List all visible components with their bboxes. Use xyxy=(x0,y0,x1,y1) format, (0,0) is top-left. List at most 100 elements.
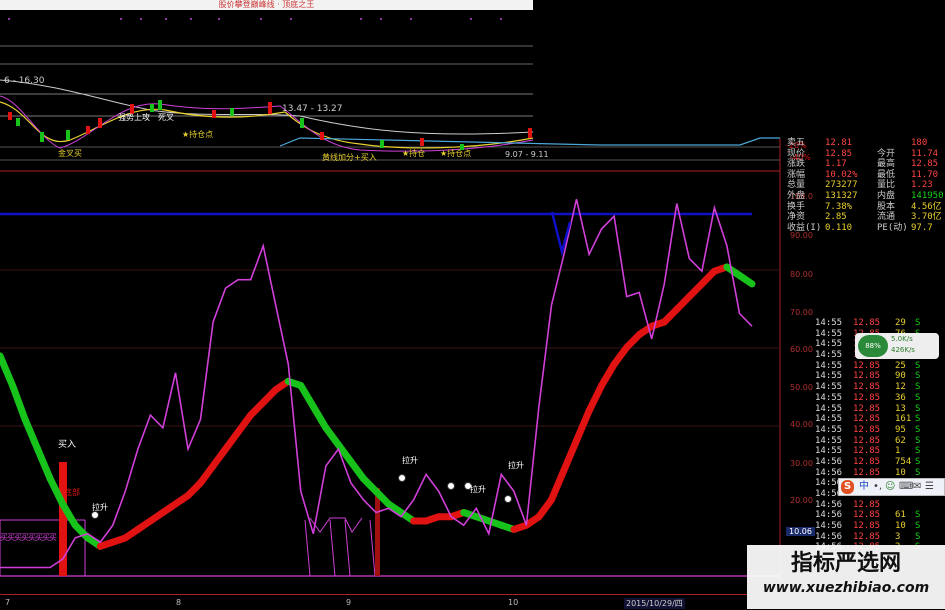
quote-cell: 净资 xyxy=(787,212,806,223)
quote-row: 换手 7.38% 股本 4.56亿 xyxy=(785,202,945,213)
tick-cell: 12.85 xyxy=(853,392,881,403)
tick-cell: 3 xyxy=(895,531,901,542)
tick-row[interactable]: 14:55 12.85 90 S xyxy=(785,371,945,382)
ma-line-magenta xyxy=(0,95,534,152)
top-range-left: 6 - 16.30 xyxy=(4,76,45,86)
tick-row[interactable]: 14:55 12.85 161 S xyxy=(785,414,945,425)
tick-cell: S xyxy=(915,403,921,414)
tick-cell: 14:55 xyxy=(815,435,843,446)
tick-cell: 12.85 xyxy=(853,382,881,393)
tick-row[interactable]: 14:56 12.85 xyxy=(785,500,945,511)
tick-row[interactable]: 14:55 12.85 95 S xyxy=(785,425,945,436)
tick-row[interactable]: 14:55 12.85 1 S xyxy=(785,446,945,457)
axis-mark: 10 xyxy=(508,598,519,607)
tick-row[interactable]: 14:55 12.85 29 S xyxy=(785,318,945,329)
tick-cell: 13 xyxy=(895,403,906,414)
tick-cell: 12.85 xyxy=(853,403,881,414)
bottom-signal-bar xyxy=(375,488,380,576)
zone-boxes xyxy=(0,519,376,577)
tick-row[interactable]: 14:56 12.85 10 S xyxy=(785,521,945,532)
tick-cell: S xyxy=(915,521,921,532)
tick-cell: S xyxy=(915,446,921,457)
quote-cell: 收益(I) xyxy=(787,222,822,233)
ime-toolbar[interactable]: S 中 •, ☺ ⌨ ✉ ☰ xyxy=(838,478,945,496)
blue-v-mark xyxy=(550,211,572,257)
tick-cell: 62 xyxy=(895,435,906,446)
tick-cell: 12.85 xyxy=(853,371,881,382)
tick-row[interactable]: 14:55 12.85 36 S xyxy=(785,393,945,404)
quote-cell: 0.110 xyxy=(825,222,853,233)
ime-logo-icon[interactable]: S xyxy=(841,480,855,494)
top-candles-green xyxy=(16,100,464,150)
quote-row: 收益(I) 0.110 PE(动) 97.7 xyxy=(785,223,945,234)
tick-row[interactable]: 14:56 12.85 10 S xyxy=(785,468,945,479)
watermark: 指标严选网 www.xuezhibiao.com xyxy=(747,545,945,609)
tick-row[interactable]: 14:56 12.85 61 S xyxy=(785,510,945,521)
top-range-mid: 13.47 - 13.27 xyxy=(282,104,343,114)
tick-cell: 14:55 xyxy=(815,339,843,350)
tick-cell: 754 xyxy=(895,456,912,467)
download-speed: 426K/s xyxy=(891,346,915,354)
tick-cell: 12.85 xyxy=(853,510,881,521)
tick-cell: 14:55 xyxy=(815,328,843,339)
main-gridlines xyxy=(0,269,780,427)
ime-mail-icon[interactable]: ✉ xyxy=(913,480,921,494)
quote-cell: 273277 xyxy=(825,180,858,191)
signal-label: 金叉买 xyxy=(58,149,82,158)
quote-cell: 10.02% xyxy=(825,169,858,180)
tick-row[interactable]: 14:55 12.85 25 S xyxy=(785,361,945,372)
ime-punct-icon[interactable]: •, xyxy=(873,480,882,494)
tick-cell: 12.85 xyxy=(853,521,881,532)
tick-cell: 12.85 xyxy=(853,531,881,542)
tick-cell: 12.85 xyxy=(853,424,881,435)
quote-cell: 流通 xyxy=(877,212,896,223)
tick-row[interactable]: 14:55 12.85 62 S xyxy=(785,436,945,447)
tick-cell: 14:55 xyxy=(815,424,843,435)
tick-cell: 36 xyxy=(895,392,906,403)
tick-cell: 14:56 xyxy=(815,499,843,510)
quote-cell: 涨跌 xyxy=(787,159,806,170)
buy-label: 买入 xyxy=(58,440,77,450)
quote-row: 涨幅 10.02% 最低 11.70 xyxy=(785,170,945,181)
tick-cell: 14:55 xyxy=(815,371,843,382)
trend-band-segment xyxy=(21,415,42,453)
tick-cell: 12.85 xyxy=(853,467,881,478)
speed-percent: 88% xyxy=(858,335,888,357)
tick-cell: 90 xyxy=(895,371,906,382)
quote-cell: 1.17 xyxy=(825,159,847,170)
tick-cell: 95 xyxy=(895,424,906,435)
quote-cell: 12.81 xyxy=(825,138,853,148)
network-speed-widget[interactable]: 88% 5.0K/s 426K/s xyxy=(855,333,939,359)
quote-row: 现价 12.85 今开 11.74 xyxy=(785,149,945,160)
quote-cell: 今开 xyxy=(877,148,896,159)
quote-cell: 12.85 xyxy=(911,159,939,170)
ime-keyboard-icon[interactable]: ⌨ xyxy=(899,480,913,494)
tick-cell: 161 xyxy=(895,414,912,425)
quote-cell: 1.23 xyxy=(911,180,933,191)
ime-menu-icon[interactable]: ☰ xyxy=(925,480,934,494)
tick-row[interactable]: 14:56 12.85 3 S xyxy=(785,532,945,543)
tick-cell: 14:55 xyxy=(815,360,843,371)
signal-label: 死叉 xyxy=(158,113,174,122)
tick-row[interactable]: 14:55 12.85 13 S xyxy=(785,404,945,415)
quote-cell: 最高 xyxy=(877,159,896,170)
tick-row[interactable]: 14:56 12.85 754 S xyxy=(785,457,945,468)
ime-lang-toggle[interactable]: 中 xyxy=(859,480,869,494)
quote-cell: 涨幅 xyxy=(787,169,806,180)
quote-cell: 外盘 xyxy=(787,190,806,201)
tick-cell: S xyxy=(915,531,921,542)
tick-cell: 12.85 xyxy=(853,360,881,371)
quote-cell: 7.38% xyxy=(825,201,853,212)
trend-band-segment xyxy=(735,271,756,288)
ime-emoji-icon[interactable]: ☺ xyxy=(885,480,895,494)
tick-cell: 10 xyxy=(895,521,906,532)
tick-cell: 14:55 xyxy=(815,446,843,457)
trend-band-segment xyxy=(560,437,581,474)
tick-row[interactable]: 14:55 12.85 12 S xyxy=(785,382,945,393)
tick-cell: S xyxy=(915,371,921,382)
tick-cell: 25 xyxy=(895,360,906,371)
trend-band-segment xyxy=(547,466,568,504)
quote-cell: 卖五 xyxy=(787,138,806,148)
signal-label: 黄线加分+买入 xyxy=(322,153,377,162)
tick-cell: S xyxy=(915,435,921,446)
